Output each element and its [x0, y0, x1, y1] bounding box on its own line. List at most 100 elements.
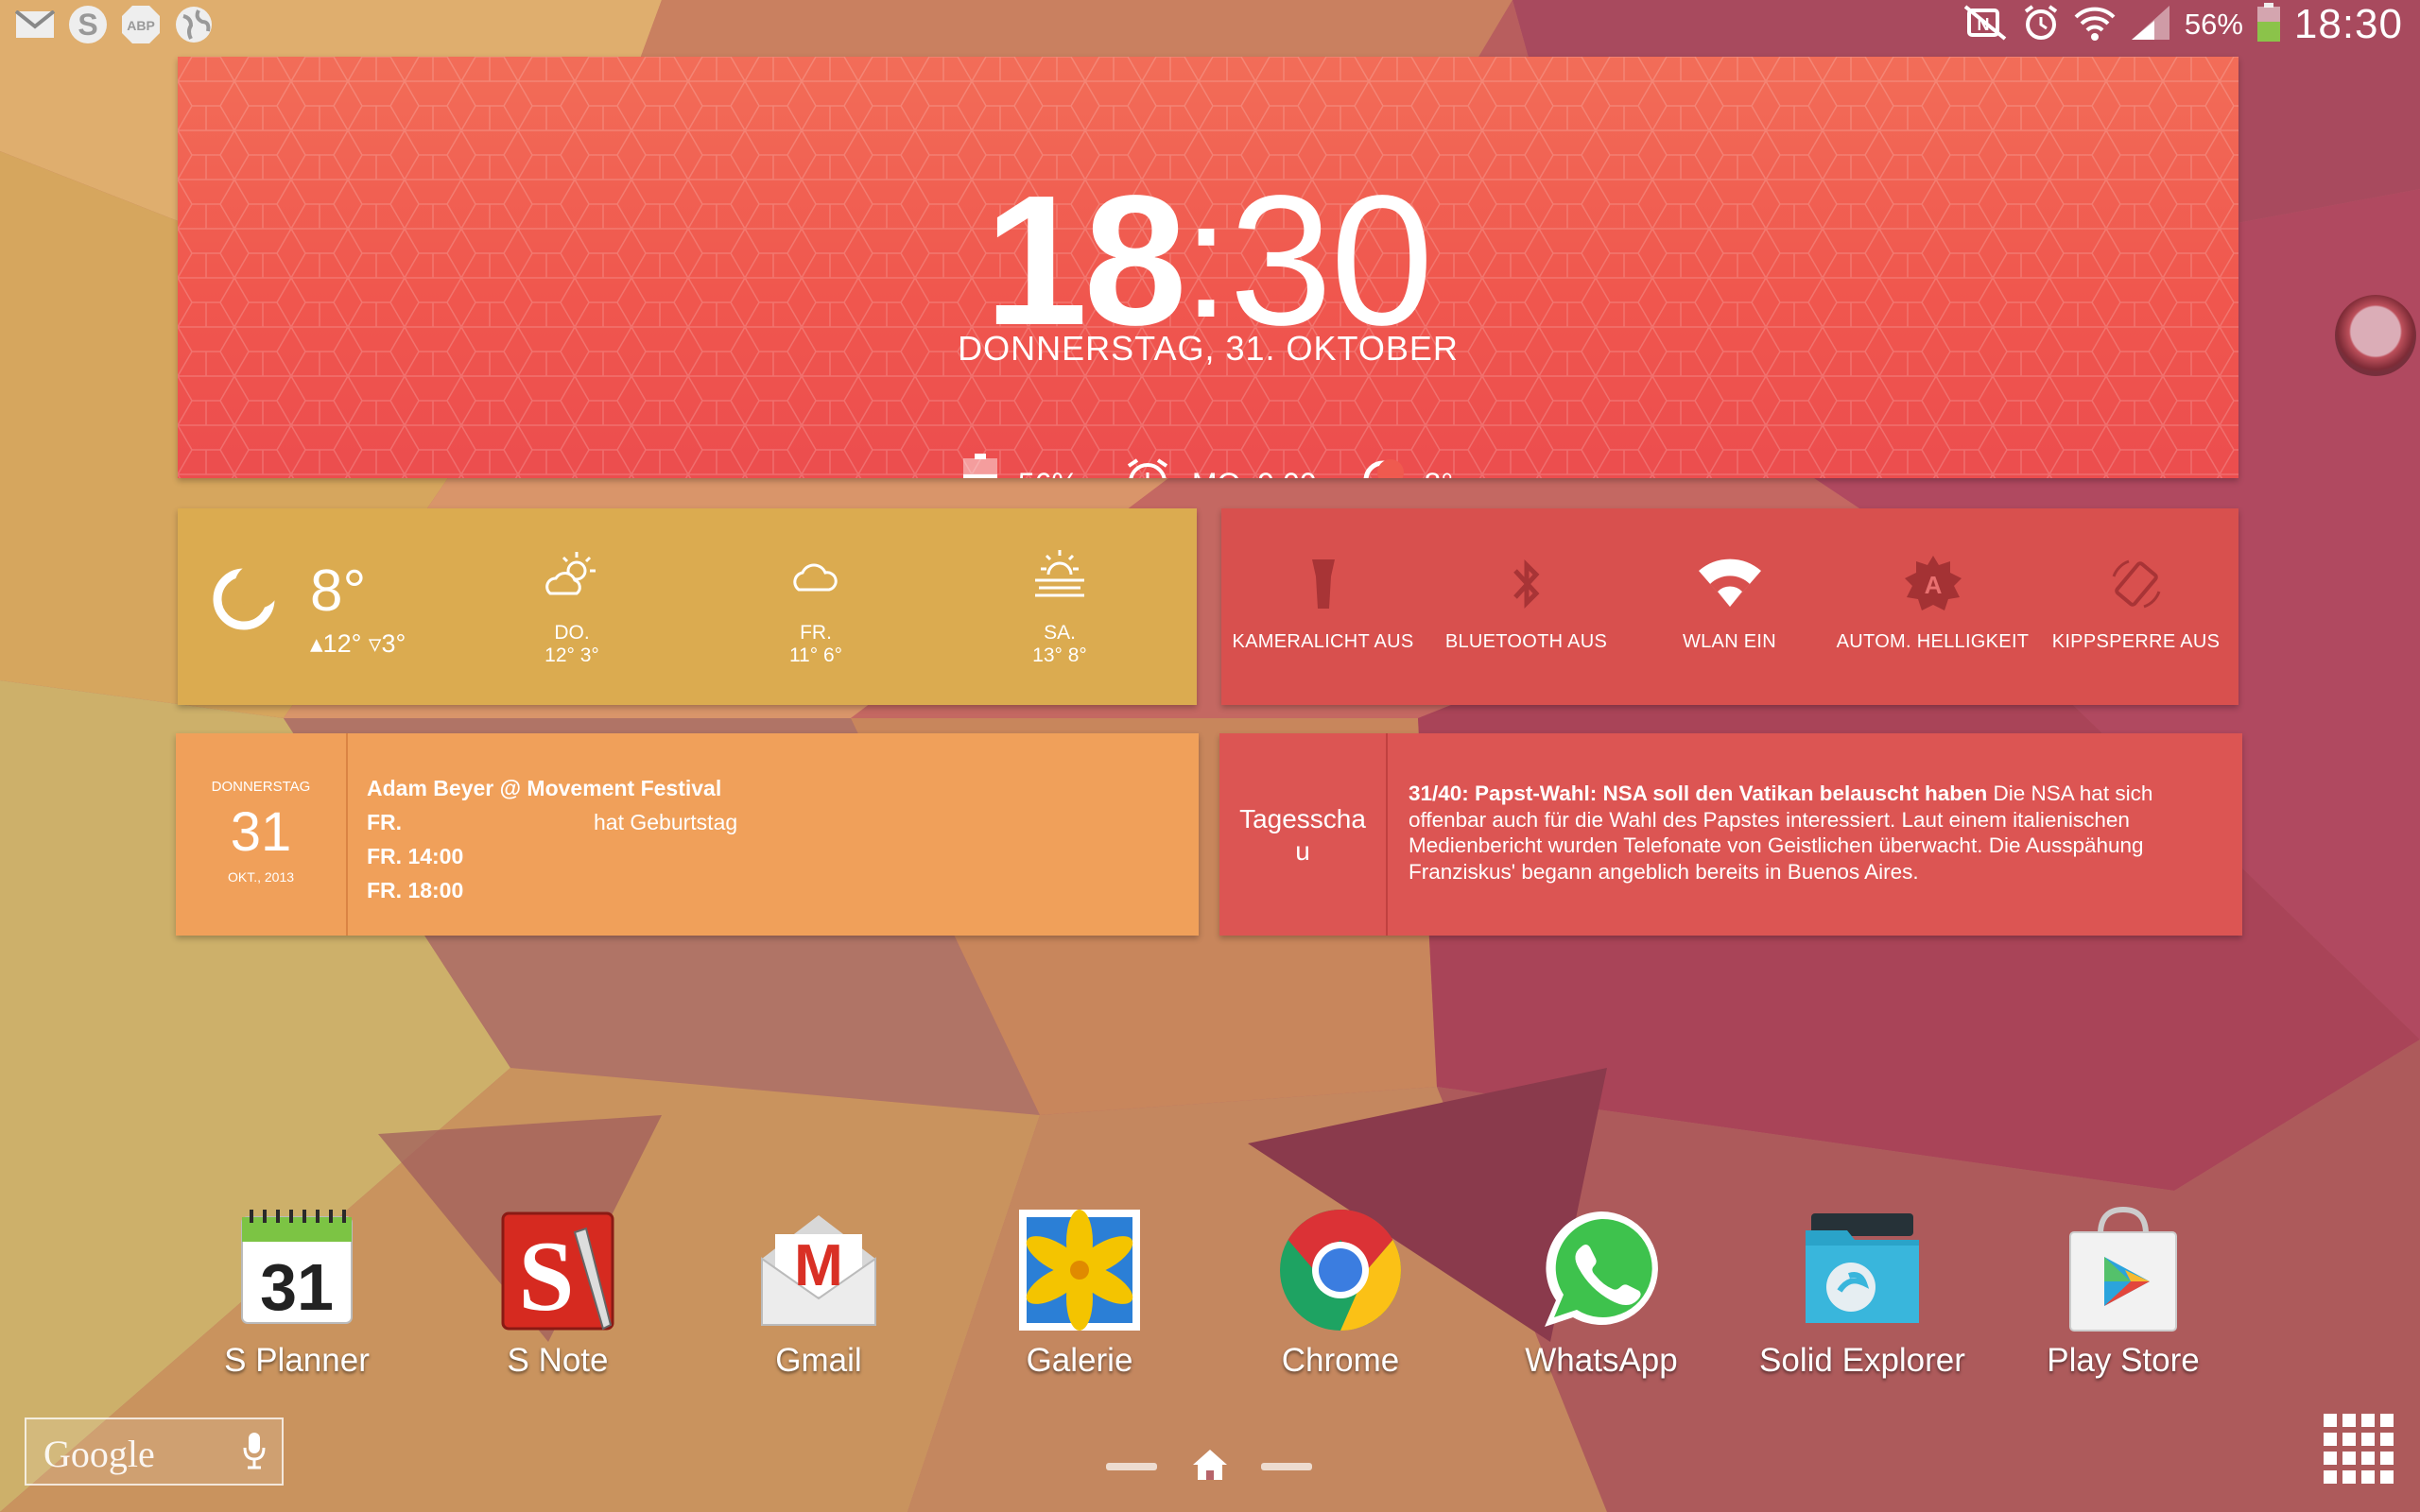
- gmail-icon: [13, 4, 57, 45]
- forecast-day-temps: 11° 6°: [788, 644, 843, 666]
- app-label: Galerie: [1026, 1342, 1133, 1379]
- clock-colon: :: [1183, 167, 1230, 352]
- forecast-day-name: FR.: [800, 622, 832, 644]
- news-source-line: Tagesscha: [1239, 804, 1366, 833]
- wifi-icon: [1628, 546, 1831, 622]
- calendar-weekday: DONNERSTAG: [211, 779, 311, 795]
- forecast-day-name: DO.: [554, 622, 590, 644]
- partly-cloudy-icon: [510, 548, 633, 614]
- quick-settings-widget: KAMERALICHT AUS BLUETOOTH AUS WLAN EIN A…: [1221, 508, 2238, 705]
- app-label: S Note: [507, 1342, 609, 1379]
- toggle-bluetooth[interactable]: BLUETOOTH AUS: [1425, 546, 1628, 653]
- calendar-day: 31: [230, 801, 292, 863]
- app-s-planner[interactable]: 31 S Planner: [183, 1204, 410, 1380]
- current-low: ▿3°: [368, 629, 406, 658]
- signal-icon: [2130, 4, 2171, 46]
- toggle-auto-brightness[interactable]: A AUTOM. HELLIGKEIT: [1831, 546, 2034, 653]
- event-title: Adam Beyer @ Movement Festival: [367, 776, 722, 800]
- toggle-label: KIPPSPERRE AUS: [2051, 631, 2221, 652]
- app-chrome[interactable]: Chrome: [1227, 1204, 1454, 1380]
- toggle-label: WLAN EIN: [1682, 631, 1777, 652]
- clock-alarm[interactable]: MO. 9:00: [1124, 456, 1317, 478]
- chrome-icon: [1280, 1210, 1401, 1331]
- news-widget[interactable]: Tagesscha u 31/40: Papst-Wahl: NSA soll …: [1219, 733, 2242, 936]
- app-gmail[interactable]: M Gmail: [705, 1204, 932, 1380]
- clock-alarm-value: MO. 9:00: [1192, 467, 1317, 479]
- s-planner-icon-text: 31: [260, 1250, 334, 1324]
- calendar-event[interactable]: FR. 14:00: [367, 839, 721, 873]
- calendar-event[interactable]: FR. hat Geburtstag: [367, 805, 737, 839]
- system-status[interactable]: N 56% 18:30: [1962, 0, 2403, 49]
- app-label: Chrome: [1281, 1342, 1400, 1379]
- calendar-widget[interactable]: DONNERSTAG 31 OKT., 2013 Adam Beyer @ Mo…: [176, 733, 1199, 936]
- page-dot: [1106, 1463, 1157, 1470]
- microphone-icon[interactable]: [242, 1431, 267, 1475]
- clock-date: DONNERSTAG, 31. OKTOBER: [958, 329, 1459, 368]
- alarm-icon: [1124, 456, 1171, 478]
- bluetooth-icon: [1425, 546, 1628, 622]
- cloud-icon: [754, 548, 877, 614]
- app-label: Solid Explorer: [1759, 1342, 1965, 1379]
- rotation-lock-icon: [2034, 546, 2238, 622]
- gmail-icon-text: M: [794, 1233, 843, 1298]
- forecast-day-name: SA.: [1044, 622, 1076, 644]
- whatsapp-icon: [1545, 1211, 1658, 1327]
- nfc-off-icon: N: [1962, 4, 2009, 45]
- page-indicator[interactable]: [1106, 1448, 1314, 1486]
- toggle-flashlight[interactable]: KAMERALICHT AUS: [1221, 546, 1425, 653]
- s-note-icon: S: [501, 1211, 614, 1332]
- app-whatsapp[interactable]: WhatsApp: [1488, 1204, 1715, 1380]
- svg-text:ABP: ABP: [127, 18, 155, 33]
- toggle-label: BLUETOOTH AUS: [1444, 631, 1608, 652]
- news-headline: 31/40: Papst-Wahl: NSA soll den Vatikan …: [1409, 782, 1988, 805]
- toggle-label: AUTOM. HELLIGKEIT: [1836, 631, 2030, 652]
- app-s-note[interactable]: S S Note: [444, 1204, 671, 1380]
- play-store-icon: [2069, 1206, 2177, 1332]
- news-article[interactable]: 31/40: Papst-Wahl: NSA soll den Vatikan …: [1409, 781, 2221, 885]
- clock-battery[interactable]: 56%: [962, 454, 1079, 478]
- forecast-day: DO. 12° 3°: [510, 548, 633, 667]
- weather-widget[interactable]: 8° ▴12° ▿3° DO. 12° 3° FR. 11° 6° SA. 13…: [178, 508, 1197, 705]
- s-note-icon-text: S: [519, 1221, 575, 1332]
- news-source[interactable]: Tagesscha u: [1219, 733, 1388, 936]
- current-temp-range: ▴12° ▿3°: [310, 629, 406, 659]
- app-play-store[interactable]: Play Store: [2010, 1204, 2237, 1380]
- forecast-day: FR. 11° 6°: [754, 548, 877, 667]
- s-planner-icon: 31: [241, 1210, 353, 1324]
- auto-brightness-icon: A: [1831, 546, 2034, 622]
- clock-widget[interactable]: 18:30 DONNERSTAG, 31. OKTOBER 56% MO. 9:…: [178, 57, 2238, 478]
- current-high: ▴12°: [310, 629, 362, 658]
- solid-explorer-icon: [1806, 1213, 1919, 1323]
- google-search-bar[interactable]: Google: [25, 1418, 284, 1486]
- notification-icons[interactable]: S ABP: [13, 4, 216, 45]
- battery-percentage: 56%: [2184, 8, 2243, 41]
- calendar-event[interactable]: Adam Beyer @ Movement Festival: [367, 771, 721, 805]
- news-source-line: u: [1295, 836, 1310, 866]
- status-time: 18:30: [2293, 1, 2403, 47]
- clock-time: 18:30: [178, 168, 2238, 353]
- event-title: FR.: [367, 810, 403, 834]
- forecast-day-temps: 13° 8°: [1032, 644, 1087, 666]
- adblock-plus-icon: ABP: [119, 4, 163, 45]
- google-logo: Google: [43, 1433, 155, 1475]
- app-label: Gmail: [775, 1342, 862, 1379]
- app-drawer-icon[interactable]: [2322, 1412, 2397, 1487]
- skype-icon: S: [66, 4, 110, 45]
- status-bar: S ABP N 56% 18:30: [0, 0, 2420, 49]
- toggle-wifi[interactable]: WLAN EIN: [1628, 546, 1831, 653]
- calendar-event[interactable]: FR. 18:00: [367, 873, 721, 907]
- app-solid-explorer[interactable]: Solid Explorer: [1749, 1204, 1976, 1380]
- page-dot: [1261, 1463, 1312, 1470]
- gallery-icon: [1019, 1210, 1140, 1331]
- svg-text:A: A: [1924, 571, 1942, 599]
- clock-weather-temp: 8°: [1425, 467, 1454, 479]
- home-icon: [1193, 1450, 1227, 1480]
- wifi-icon: [2073, 4, 2117, 46]
- calendar-date[interactable]: DONNERSTAG 31 OKT., 2013: [176, 733, 348, 936]
- clock-weather[interactable]: 8°: [1362, 459, 1454, 479]
- app-galerie[interactable]: Galerie: [966, 1204, 1193, 1380]
- current-temperature: 8°: [310, 558, 367, 624]
- forecast-day-temps: 12° 3°: [544, 644, 599, 666]
- multi-window-handle[interactable]: [2335, 295, 2416, 376]
- toggle-rotation-lock[interactable]: KIPPSPERRE AUS: [2034, 546, 2238, 653]
